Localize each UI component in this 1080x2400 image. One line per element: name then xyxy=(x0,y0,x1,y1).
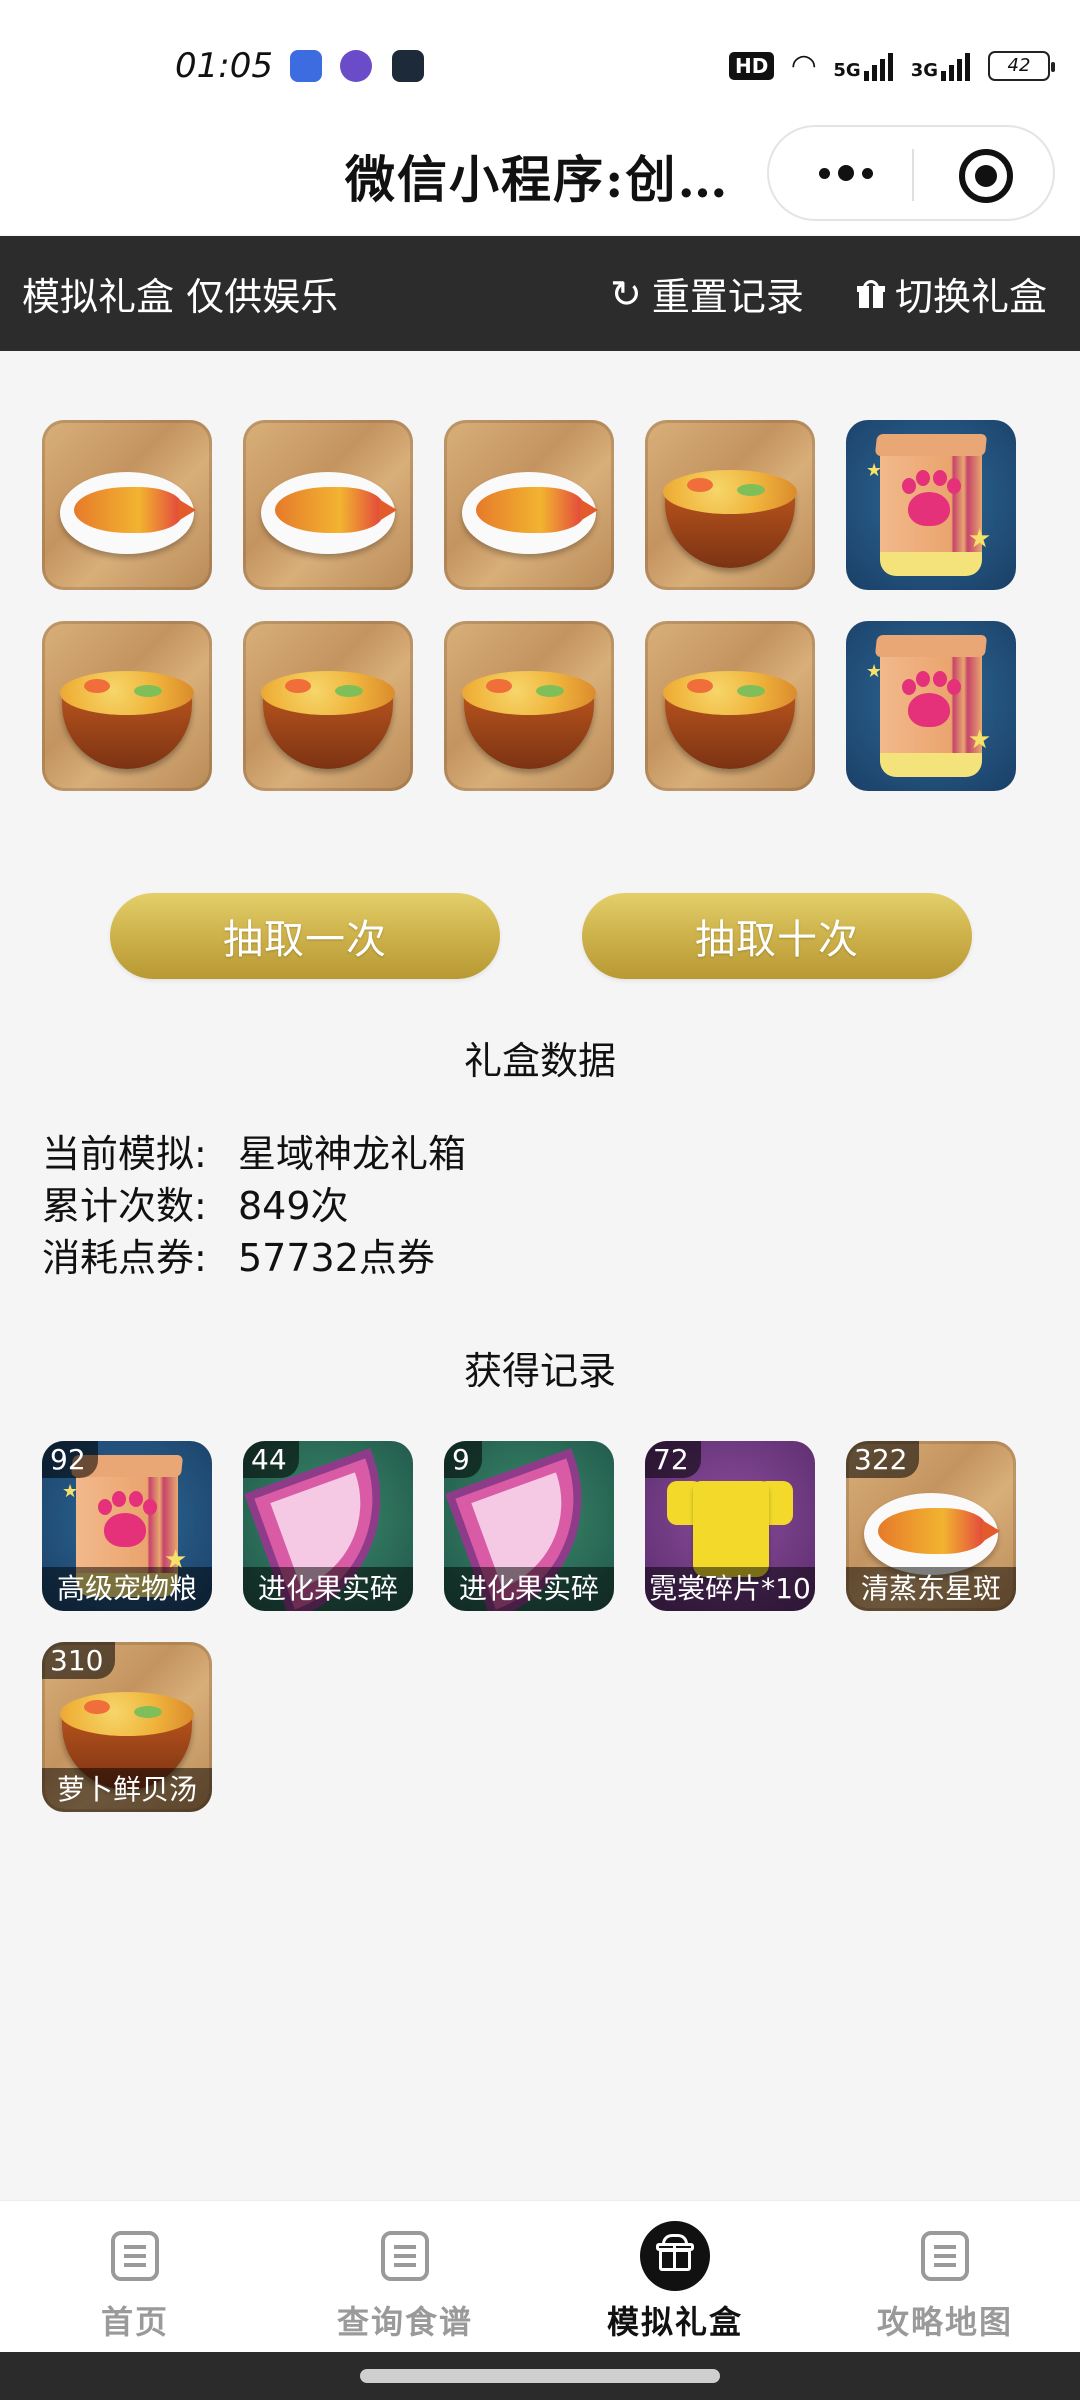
gift-icon xyxy=(640,2221,710,2291)
capsule-divider xyxy=(912,149,914,201)
battery-level: 42 xyxy=(1007,55,1031,76)
stat-current-label: 当前模拟: xyxy=(42,1132,207,1176)
stat-count-value: 849次 xyxy=(238,1184,349,1228)
refresh-icon: ↻ xyxy=(610,271,642,316)
tab-label: 攻略地图 xyxy=(876,2303,1013,2341)
soup-bowl-icon xyxy=(645,621,815,791)
pet-food-bag-icon: ★ ★ xyxy=(846,420,1016,590)
box-data-stats: 当前模拟: 星域神龙礼箱 累计次数: 849次 消耗点券: 57732点券 xyxy=(42,1128,466,1284)
tab-home[interactable]: 首页 xyxy=(0,2201,270,2353)
reset-record-label: 重置记录 xyxy=(651,275,804,319)
net-label-3g: 3G xyxy=(910,59,938,81)
record-item-label: 高级宠物粮 xyxy=(42,1567,212,1611)
stat-cost-value: 57732点券 xyxy=(238,1236,435,1280)
purple-app-icon xyxy=(340,50,372,82)
stat-current-value: 星域神龙礼箱 xyxy=(238,1132,467,1176)
signal-5g: 5G xyxy=(833,51,893,81)
record-item[interactable]: 9 进化果实碎 xyxy=(444,1441,614,1611)
record-item[interactable]: 44 进化果实碎 xyxy=(243,1441,413,1611)
document-icon xyxy=(921,2231,969,2281)
draw-ten-button[interactable]: 抽取十次 xyxy=(582,893,972,979)
record-item-label: 进化果实碎 xyxy=(243,1567,413,1611)
signal-bars-icon xyxy=(941,51,970,81)
stat-current: 当前模拟: 星域神龙礼箱 xyxy=(42,1128,466,1180)
header-title: 模拟礼盒 仅供娱乐 xyxy=(22,275,339,319)
signal-bars-icon xyxy=(863,51,893,81)
tab-label: 查询食谱 xyxy=(336,2303,473,2341)
stat-count-label: 累计次数: xyxy=(42,1184,207,1228)
record-item[interactable]: 72 霓裳碎片*10 xyxy=(645,1441,815,1611)
tab-recipes[interactable]: 查询食谱 xyxy=(270,2201,540,2353)
tab-label: 首页 xyxy=(100,2303,169,2341)
status-bar: 01:05 HD ◠ 5G 3G 42 xyxy=(0,0,1080,130)
box-data-title: 礼盒数据 xyxy=(463,1039,616,1083)
capsule-menu xyxy=(767,125,1055,221)
stat-count: 累计次数: 849次 xyxy=(42,1180,466,1232)
soup-bowl-icon xyxy=(444,621,614,791)
switch-giftbox-button[interactable]: 切换礼盒 xyxy=(857,266,1047,321)
soup-bowl-icon xyxy=(42,621,212,791)
wifi-icon: ◠ xyxy=(792,48,816,83)
tab-bar: 首页 查询食谱 模拟礼盒 攻略地图 xyxy=(0,2200,1080,2352)
reset-record-button[interactable]: ↻ 重置记录 xyxy=(610,266,804,321)
home-gesture-bar[interactable] xyxy=(360,2369,720,2383)
pet-food-bag-icon: ★ ★ xyxy=(846,621,1016,791)
tab-giftbox-sim[interactable]: 模拟礼盒 xyxy=(540,2201,810,2353)
record-count-badge: 310 xyxy=(42,1642,116,1679)
signal-3g: 3G xyxy=(911,51,970,81)
tab-strategy-map[interactable]: 攻略地图 xyxy=(810,2201,1080,2353)
fish-dish-icon xyxy=(243,420,413,590)
record-count-badge: 72 xyxy=(645,1441,701,1478)
record-item[interactable]: 322 清蒸东星斑 xyxy=(846,1441,1016,1611)
soup-bowl-icon xyxy=(243,621,413,791)
switch-giftbox-label: 切换礼盒 xyxy=(895,275,1048,319)
record-count-badge: 9 xyxy=(444,1441,482,1478)
more-dots-icon[interactable] xyxy=(819,165,873,181)
document-icon xyxy=(111,2231,159,2281)
system-nav-bar xyxy=(0,2352,1080,2400)
stat-cost-label: 消耗点券: xyxy=(42,1236,207,1280)
status-time: 01:05 xyxy=(175,46,273,86)
record-item[interactable]: ★ ★ 92 高级宠物粮 xyxy=(42,1441,212,1611)
record-item-label: 进化果实碎 xyxy=(444,1567,614,1611)
records-grid: ★ ★ 92 高级宠物粮 44 进化果实碎 9 进化果实碎 72 霓裳碎片*10 322 清蒸东星斑 3… xyxy=(42,1441,1022,1812)
record-item[interactable]: 310 萝卜鲜贝汤 xyxy=(42,1642,212,1812)
record-count-badge: 92 xyxy=(42,1441,98,1478)
fish-dish-icon xyxy=(42,420,212,590)
draw-result-grid: ★ ★ ★ ★ xyxy=(42,420,1022,791)
gift-icon xyxy=(857,279,885,308)
dark-app-icon xyxy=(392,50,424,82)
record-item-label: 清蒸东星斑 xyxy=(846,1567,1016,1611)
baidu-app-icon xyxy=(290,50,322,82)
stat-cost: 消耗点券: 57732点券 xyxy=(42,1232,466,1284)
tab-label: 模拟礼盒 xyxy=(606,2303,743,2341)
draw-once-button[interactable]: 抽取一次 xyxy=(110,893,500,979)
record-count-badge: 322 xyxy=(846,1441,920,1478)
fish-dish-icon xyxy=(444,420,614,590)
close-mini-program-icon[interactable] xyxy=(959,149,1013,203)
record-count-badge: 44 xyxy=(243,1441,299,1478)
status-indicators: HD ◠ 5G 3G 42 xyxy=(728,48,1055,83)
hd-badge: HD xyxy=(728,51,775,80)
app-header: 模拟礼盒 仅供娱乐 ↻ 重置记录 切换礼盒 xyxy=(0,236,1080,351)
record-item-label: 萝卜鲜贝汤 xyxy=(42,1768,212,1812)
mini-program-title-bar: 微信小程序:创… xyxy=(0,120,1080,235)
document-icon xyxy=(381,2231,429,2281)
record-item-label: 霓裳碎片*10 xyxy=(645,1567,815,1611)
soup-bowl-icon xyxy=(645,420,815,590)
net-label-5g: 5G xyxy=(833,59,861,81)
records-title: 获得记录 xyxy=(463,1349,616,1393)
mini-program-title: 微信小程序:创… xyxy=(345,150,730,209)
battery-icon: 42 xyxy=(988,50,1055,81)
